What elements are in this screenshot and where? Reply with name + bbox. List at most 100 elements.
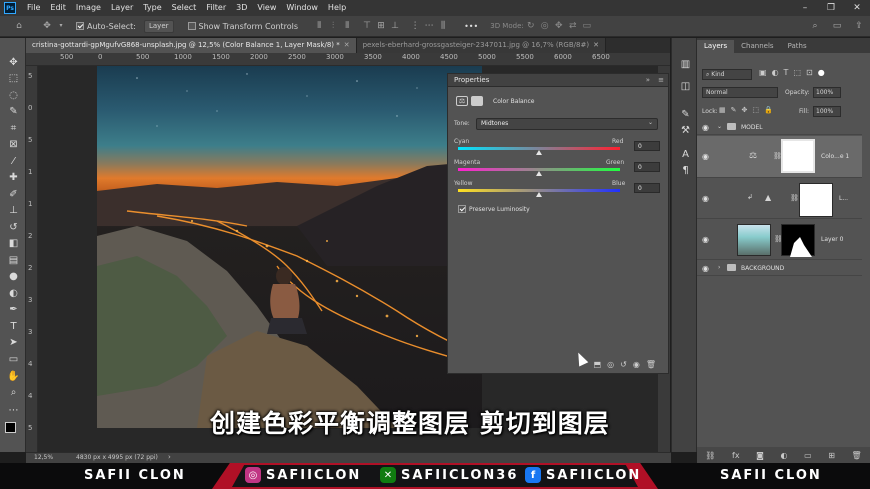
share-icon[interactable]: ⇪: [852, 20, 866, 32]
dodge-tool-icon[interactable]: ◐: [6, 287, 21, 301]
minimize-button[interactable]: –: [792, 0, 818, 16]
yellow-blue-value[interactable]: 0: [634, 183, 660, 193]
menu-help[interactable]: Help: [323, 0, 351, 16]
tab-channels[interactable]: Channels: [734, 40, 780, 53]
filter-pixel-icon[interactable]: ▣: [759, 68, 767, 77]
quick-select-icon[interactable]: ✎: [6, 105, 21, 119]
layer-mask-thumbnail[interactable]: [781, 139, 815, 173]
menu-layer[interactable]: Layer: [106, 0, 138, 16]
lasso-tool-icon[interactable]: ◌: [6, 89, 21, 103]
marquee-tool-icon[interactable]: ⬚: [6, 72, 21, 86]
new-adjustment-icon[interactable]: ◐: [781, 451, 788, 460]
visibility-eye-icon[interactable]: ◉: [702, 123, 709, 132]
auto-select-dropdown[interactable]: Layer: [143, 19, 174, 33]
healing-brush-icon[interactable]: ✚: [6, 171, 21, 185]
3d-slide-icon[interactable]: ⇄: [566, 20, 580, 32]
align-center-icon[interactable]: ⫶: [326, 20, 340, 32]
fx-icon[interactable]: fx: [732, 451, 740, 460]
maximize-button[interactable]: ❐: [818, 0, 844, 16]
search-icon[interactable]: ⌕: [808, 20, 822, 32]
filter-toggle-icon[interactable]: ●: [818, 68, 825, 77]
menu-window[interactable]: Window: [281, 0, 323, 16]
align-middle-icon[interactable]: ⊞: [374, 20, 388, 32]
lock-artboard-icon[interactable]: ⬚: [752, 106, 759, 114]
layer-row[interactable]: ◉ ↲ ▲ ⛓ L...: [697, 179, 862, 219]
stamp-tool-icon[interactable]: ⊥: [6, 204, 21, 218]
visibility-eye-icon[interactable]: ◉: [702, 264, 709, 273]
align-left-icon[interactable]: ⫴: [312, 20, 326, 32]
align-right-icon[interactable]: ⫴: [340, 20, 354, 32]
close-button[interactable]: ✕: [844, 0, 870, 16]
type-tool-icon[interactable]: T: [6, 320, 21, 334]
clip-to-layer-icon[interactable]: ⬒: [594, 360, 602, 369]
align-top-icon[interactable]: ⊤: [360, 20, 374, 32]
3d-rotate-icon[interactable]: ↻: [524, 20, 538, 32]
menu-edit[interactable]: Edit: [45, 0, 71, 16]
trash-icon[interactable]: 🗑: [851, 451, 861, 460]
eyedropper-icon[interactable]: ⁄: [6, 155, 21, 169]
magenta-green-value[interactable]: 0: [634, 162, 660, 172]
menu-type[interactable]: Type: [138, 0, 166, 16]
chevron-down-icon[interactable]: ⌄: [717, 123, 722, 130]
paragraph-icon[interactable]: ¶: [678, 164, 693, 178]
menu-3d[interactable]: 3D: [231, 0, 252, 16]
layer-mask-thumbnail[interactable]: [781, 224, 815, 257]
link-layers-icon[interactable]: ⛓: [705, 451, 715, 460]
menu-select[interactable]: Select: [167, 0, 202, 16]
path-select-icon[interactable]: ➤: [6, 336, 21, 350]
preserve-luminosity-checkbox[interactable]: [458, 205, 466, 213]
3d-pan-icon[interactable]: ✥: [552, 20, 566, 32]
mask-icon[interactable]: [471, 96, 483, 106]
lock-pixels-icon[interactable]: ✎: [731, 106, 737, 114]
character-icon[interactable]: A: [678, 148, 693, 162]
visibility-eye-icon[interactable]: ◉: [702, 194, 709, 203]
new-group-icon[interactable]: ▭: [804, 451, 812, 460]
home-icon[interactable]: ⌂: [12, 20, 26, 32]
distribute-h-icon[interactable]: ⋯: [422, 20, 436, 32]
filter-type-icon[interactable]: T: [784, 68, 789, 77]
zoom-tool-icon[interactable]: ⌕: [6, 386, 21, 400]
3d-camera-icon[interactable]: ▭: [580, 20, 594, 32]
collapse-icon[interactable]: »: [646, 76, 650, 84]
distribute-icon[interactable]: ⋮: [408, 20, 422, 32]
chevron-down-icon[interactable]: ▾: [54, 20, 68, 32]
crop-tool-icon[interactable]: ⌗: [6, 122, 21, 136]
menu-view[interactable]: View: [252, 0, 281, 16]
opacity-field[interactable]: 100%: [813, 87, 841, 98]
shape-tool-icon[interactable]: ▭: [6, 353, 21, 367]
blend-mode-dropdown[interactable]: Normal: [702, 87, 778, 98]
document-image[interactable]: [97, 66, 482, 428]
more-options[interactable]: •••: [464, 22, 478, 31]
tab-document-1[interactable]: cristina-gottardi-gpMgufvG868-unsplash.j…: [26, 38, 357, 53]
tool-presets-icon[interactable]: ⚒: [678, 124, 693, 138]
pen-tool-icon[interactable]: ✒: [6, 303, 21, 317]
tone-dropdown[interactable]: Midtones ⌄: [476, 118, 658, 130]
tab-paths[interactable]: Paths: [781, 40, 814, 53]
add-mask-icon[interactable]: ◙: [756, 451, 764, 460]
align-bottom-icon[interactable]: ⊥: [388, 20, 402, 32]
fill-field[interactable]: 100%: [813, 106, 841, 117]
workspace-icon[interactable]: ▭: [830, 20, 844, 32]
layer-group-row[interactable]: ◉ › BACKGROUND: [697, 261, 862, 276]
foreground-color-swatch[interactable]: [5, 422, 16, 433]
lock-position-icon[interactable]: ✥: [742, 106, 748, 114]
filter-shape-icon[interactable]: ⬚: [793, 68, 801, 77]
auto-select-checkbox[interactable]: [76, 22, 84, 30]
menu-image[interactable]: Image: [71, 0, 106, 16]
frame-tool-icon[interactable]: ⊠: [6, 138, 21, 152]
panel-menu-icon[interactable]: ≡: [658, 76, 664, 84]
layer-row[interactable]: ◉ ⛓ Layer 0: [697, 220, 862, 260]
view-previous-icon[interactable]: ◎: [607, 360, 614, 369]
cyan-red-value[interactable]: 0: [634, 141, 660, 151]
eraser-tool-icon[interactable]: ◧: [6, 237, 21, 251]
adjustments-icon[interactable]: ◫: [678, 80, 693, 94]
trash-icon[interactable]: 🗑: [646, 360, 656, 369]
visibility-eye-icon[interactable]: ◉: [702, 152, 709, 161]
slider-thumb[interactable]: [536, 171, 542, 176]
menu-filter[interactable]: Filter: [201, 0, 231, 16]
brush-settings-icon[interactable]: ✎: [678, 108, 693, 122]
kind-filter[interactable]: ⌕ Kind: [702, 69, 752, 80]
filter-smart-icon[interactable]: ⊡: [806, 68, 813, 77]
layer-group-row[interactable]: ◉ ⌄ MODEL: [697, 120, 862, 135]
reset-icon[interactable]: ↺: [620, 360, 627, 369]
